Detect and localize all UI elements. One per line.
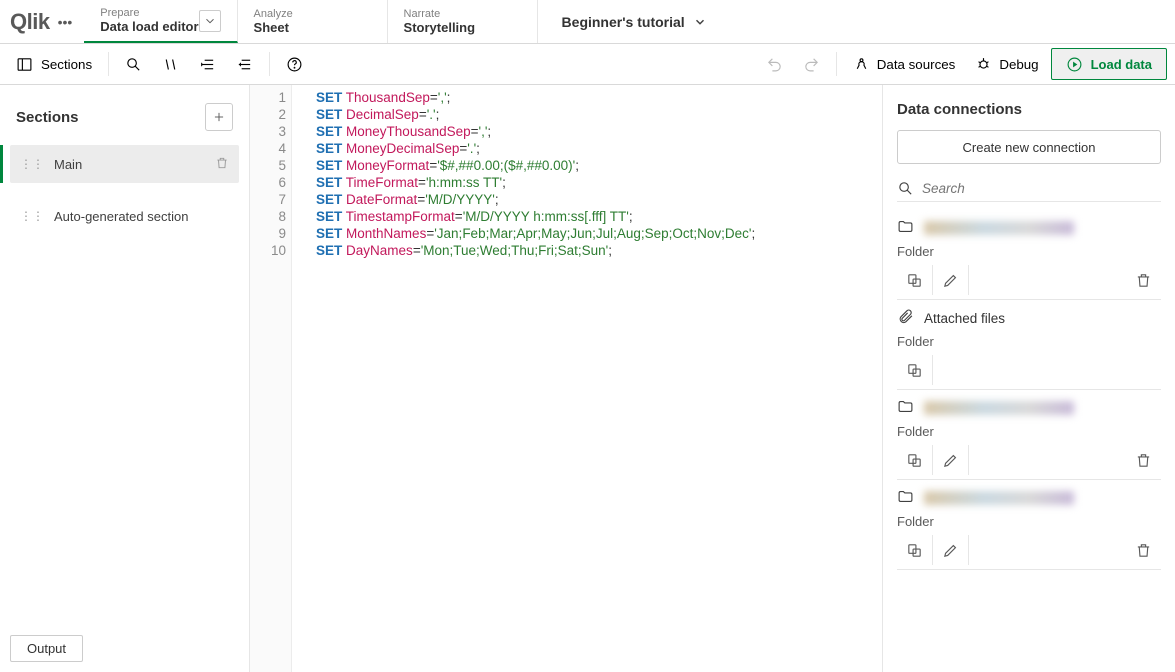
- connection-item: Folder: [897, 390, 1161, 480]
- edit-connection-button[interactable]: [933, 535, 969, 565]
- edit-connection-button[interactable]: [933, 265, 969, 295]
- connection-name: Attached files: [924, 311, 1005, 326]
- drag-icon: ⋮⋮: [20, 157, 44, 171]
- help-button[interactable]: [278, 48, 311, 80]
- data-connections-title: Data connections: [897, 99, 1161, 130]
- plus-icon: [212, 110, 226, 124]
- sections-title: Sections: [16, 109, 79, 126]
- outdent-button[interactable]: [228, 48, 261, 80]
- play-icon: [1066, 56, 1083, 73]
- bug-icon: [975, 56, 992, 73]
- sections-label: Sections: [41, 57, 92, 72]
- section-name: Auto-generated section: [54, 209, 188, 224]
- app-title-area[interactable]: Beginner's tutorial: [538, 0, 731, 43]
- panel-icon: [16, 56, 33, 73]
- create-connection-button[interactable]: Create new connection: [897, 130, 1161, 164]
- nav-tab-title: Data load editor: [100, 19, 198, 34]
- delete-icon[interactable]: [215, 156, 229, 173]
- folder-icon: [897, 218, 914, 238]
- connection-item: Folder: [897, 210, 1161, 300]
- connection-name-redacted: [924, 401, 1074, 415]
- delete-connection-button[interactable]: [1125, 535, 1161, 565]
- delete-connection-button[interactable]: [1125, 445, 1161, 475]
- select-data-button[interactable]: [897, 535, 933, 565]
- load-data-button[interactable]: Load data: [1051, 48, 1167, 80]
- top-nav: Qlik ••• Prepare Data load editor Analyz…: [0, 0, 1175, 44]
- add-section-button[interactable]: [205, 103, 233, 131]
- folder-icon: [897, 398, 914, 418]
- undo-icon: [766, 56, 783, 73]
- sections-header: Sections: [10, 95, 239, 145]
- nav-tab-label: Prepare: [100, 7, 198, 19]
- data-connections-panel: Data connections Create new connection F…: [883, 85, 1175, 672]
- connection-type: Folder: [897, 238, 1161, 265]
- nav-tab-prepare[interactable]: Prepare Data load editor: [84, 0, 237, 43]
- indent-icon: [199, 56, 216, 73]
- search-icon: [125, 56, 142, 73]
- connection-item: Attached files Folder: [897, 300, 1161, 390]
- nav-tab-title: Storytelling: [404, 20, 476, 35]
- debug-button[interactable]: Debug: [967, 48, 1046, 80]
- search-button[interactable]: [117, 48, 150, 80]
- toggle-sections-button[interactable]: Sections: [8, 48, 100, 80]
- attachment-icon: [897, 308, 914, 328]
- connection-icon: [853, 56, 870, 73]
- select-data-button[interactable]: [897, 355, 933, 385]
- more-icon[interactable]: •••: [58, 14, 73, 30]
- drag-icon: ⋮⋮: [20, 209, 44, 223]
- connections-search[interactable]: [897, 176, 1161, 202]
- nav-tab-analyze[interactable]: Analyze Sheet: [238, 0, 388, 43]
- nav-tab-title: Sheet: [254, 20, 293, 35]
- indent-button[interactable]: [191, 48, 224, 80]
- comment-icon: [162, 56, 179, 73]
- connection-name-redacted: [924, 221, 1074, 235]
- app-title: Beginner's tutorial: [562, 14, 685, 30]
- undo-button[interactable]: [758, 48, 791, 80]
- code-area[interactable]: SET ThousandSep=',';SET DecimalSep='.';S…: [292, 85, 882, 672]
- outdent-icon: [236, 56, 253, 73]
- chevron-down-icon[interactable]: [199, 10, 221, 32]
- load-data-label: Load data: [1091, 57, 1152, 72]
- toolbar: Sections Data sources Debug Load data: [0, 44, 1175, 85]
- connection-type: Folder: [897, 418, 1161, 445]
- select-data-button[interactable]: [897, 265, 933, 295]
- divider: [269, 52, 270, 76]
- search-input[interactable]: [922, 181, 1161, 196]
- logo-area: Qlik •••: [0, 0, 84, 43]
- edit-connection-button[interactable]: [933, 445, 969, 475]
- nav-tab-narrate[interactable]: Narrate Storytelling: [388, 0, 538, 43]
- help-icon: [286, 56, 303, 73]
- section-item[interactable]: ⋮⋮ Main: [10, 145, 239, 183]
- nav-tab-label: Narrate: [404, 8, 476, 20]
- section-name: Main: [54, 157, 82, 172]
- qlik-logo[interactable]: Qlik: [10, 9, 50, 35]
- main: Sections ⋮⋮ Main ⋮⋮ Auto-generated secti…: [0, 85, 1175, 672]
- section-item[interactable]: ⋮⋮ Auto-generated section: [10, 197, 239, 235]
- chevron-down-icon: [693, 15, 707, 29]
- data-sources-label: Data sources: [877, 57, 956, 72]
- comment-button[interactable]: [154, 48, 187, 80]
- redo-icon: [803, 56, 820, 73]
- data-sources-button[interactable]: Data sources: [845, 48, 964, 80]
- debug-label: Debug: [999, 57, 1038, 72]
- connection-type: Folder: [897, 508, 1161, 535]
- search-icon: [897, 180, 914, 197]
- nav-tab-label: Analyze: [254, 8, 293, 20]
- line-gutter: 12345678910: [250, 85, 292, 672]
- select-data-button[interactable]: [897, 445, 933, 475]
- output-button[interactable]: Output: [10, 635, 83, 662]
- divider: [108, 52, 109, 76]
- connection-type: Folder: [897, 328, 1161, 355]
- connection-item: Folder: [897, 480, 1161, 570]
- divider: [836, 52, 837, 76]
- folder-icon: [897, 488, 914, 508]
- redo-button[interactable]: [795, 48, 828, 80]
- delete-connection-button[interactable]: [1125, 265, 1161, 295]
- sections-panel: Sections ⋮⋮ Main ⋮⋮ Auto-generated secti…: [0, 85, 250, 672]
- connection-name-redacted: [924, 491, 1074, 505]
- code-editor[interactable]: 12345678910 SET ThousandSep=',';SET Deci…: [250, 85, 883, 672]
